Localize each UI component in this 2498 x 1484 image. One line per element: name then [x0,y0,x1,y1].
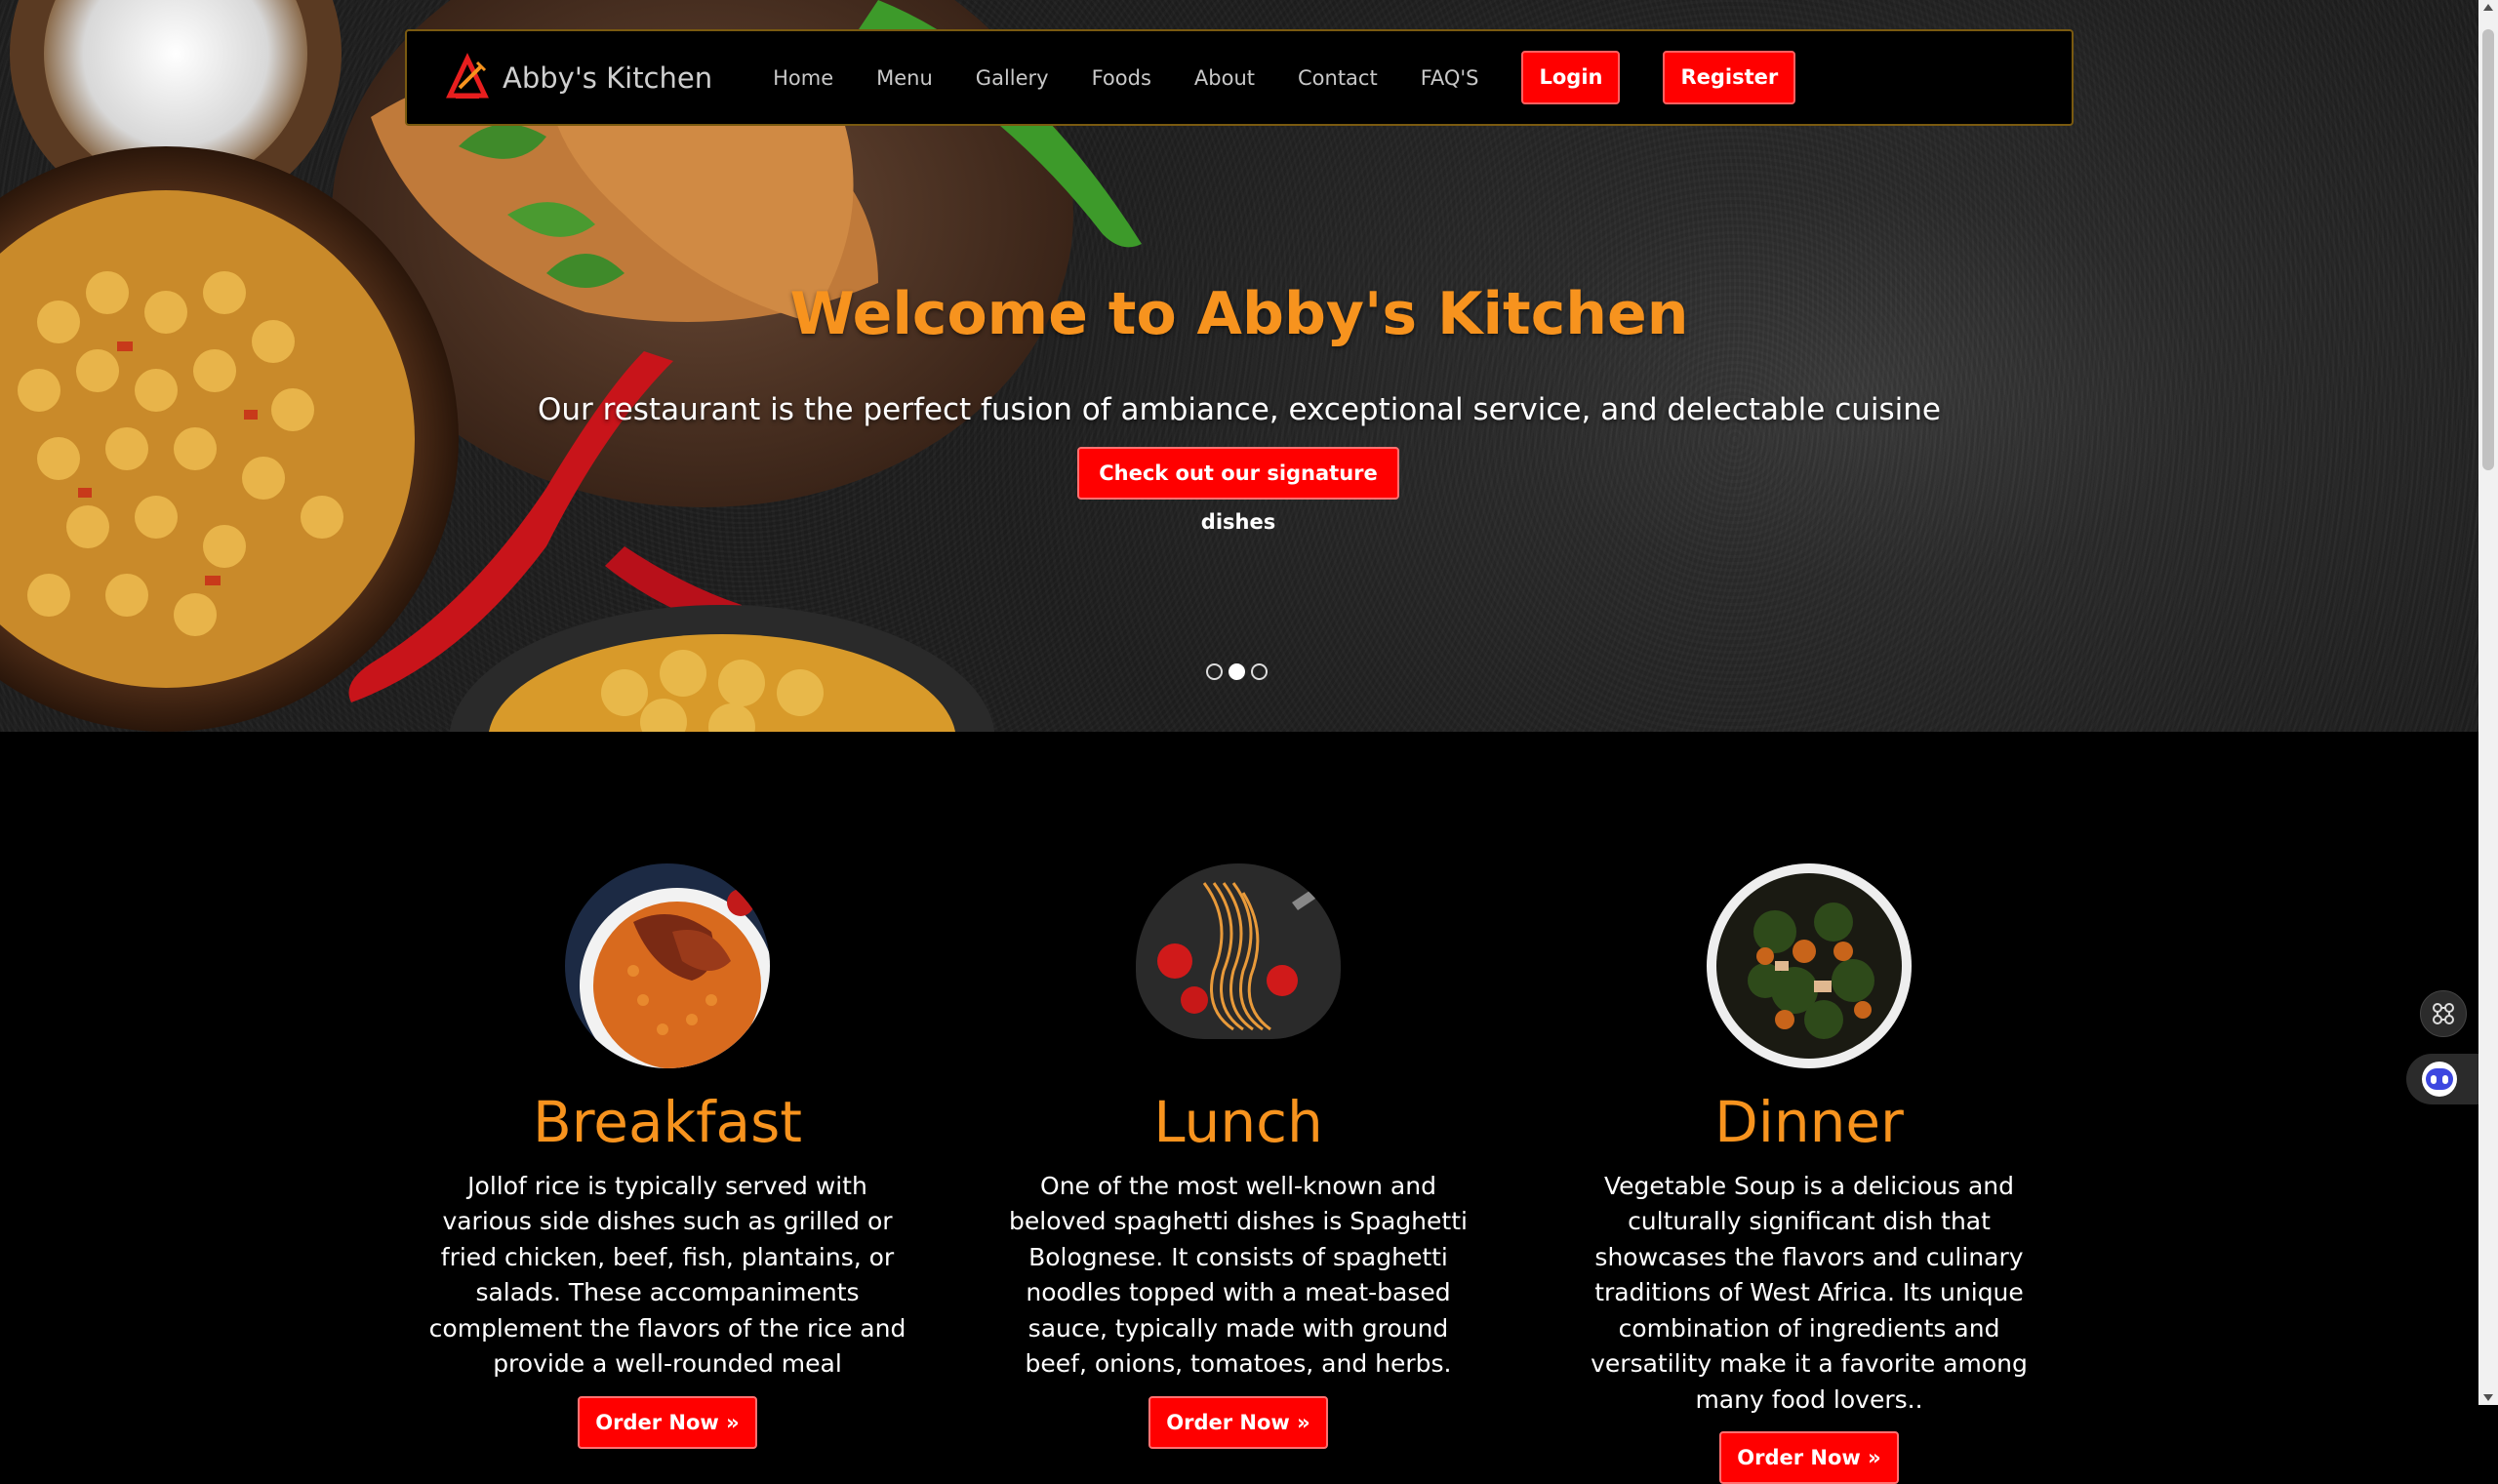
assistant-bot-button[interactable] [2406,1054,2478,1104]
scroll-down-icon[interactable] [2483,1394,2493,1401]
nav-link-contact[interactable]: Contact [1298,66,1378,90]
login-button[interactable]: Login [1521,51,1621,104]
brand-logo-icon [446,52,489,99]
register-button[interactable]: Register [1663,51,1796,104]
bot-icon [2422,1062,2457,1097]
hero-subtitle: Our restaurant is the perfect fusion of … [537,392,1942,427]
meals-section: Breakfast Jollof rice is typically serve… [0,732,2478,1484]
nav-link-menu[interactable]: Menu [876,66,933,90]
meal-card-lunch: Lunch One of the most well-known and bel… [985,863,1492,1449]
order-now-button-dinner[interactable]: Order Now » [1719,1431,1899,1484]
carousel-dot-1[interactable] [1206,663,1223,680]
order-now-button-breakfast[interactable]: Order Now » [578,1395,757,1449]
lunch-image [1136,863,1341,1039]
nav-link-foods[interactable]: Foods [1092,66,1151,90]
meal-title-lunch: Lunch [1153,1089,1323,1155]
brand[interactable]: Abby's Kitchen [442,52,713,103]
order-now-button-lunch[interactable]: Order Now » [1148,1395,1328,1449]
hero-title: Welcome to Abby's Kitchen [789,280,1689,348]
carousel-dot-2[interactable] [1229,663,1245,680]
nav-link-home[interactable]: Home [773,66,833,90]
nav-link-gallery[interactable]: Gallery [976,66,1049,90]
signature-dishes-button[interactable]: Check out our signature dishes [1077,447,1399,534]
navbar: Abby's Kitchen Home Menu Gallery Foods A… [405,29,2074,126]
scroll-thumb[interactable] [2482,29,2494,470]
breakfast-image [565,863,770,1068]
nav-link-faqs[interactable]: FAQ'S [1421,66,1479,90]
nav-link-about[interactable]: About [1194,66,1255,90]
brand-name: Abby's Kitchen [503,60,713,95]
carousel-indicators [1206,663,1268,680]
carousel-dot-3[interactable] [1251,663,1268,680]
scroll-up-icon[interactable] [2483,4,2493,11]
meal-description-lunch: One of the most well-known and beloved s… [1009,1171,1468,1379]
meal-title-dinner: Dinner [1714,1089,1904,1155]
meal-title-breakfast: Breakfast [532,1089,803,1155]
nav-links: Home Menu Gallery Foods About Contact FA… [751,51,1796,104]
page-scrollbar[interactable] [2478,0,2498,1405]
meal-description-dinner: Vegetable Soup is a delicious and cultur… [1591,1171,2028,1414]
meal-card-breakfast: Breakfast Jollof rice is typically serve… [414,863,921,1449]
command-icon[interactable] [2420,990,2467,1037]
meal-description-breakfast: Jollof rice is typically served with var… [428,1171,907,1379]
meal-card-dinner: Dinner Vegetable Soup is a delicious and… [1555,863,2063,1484]
dinner-image [1707,863,1912,1068]
hero-carousel: Abby's Kitchen Home Menu Gallery Foods A… [0,0,2478,732]
